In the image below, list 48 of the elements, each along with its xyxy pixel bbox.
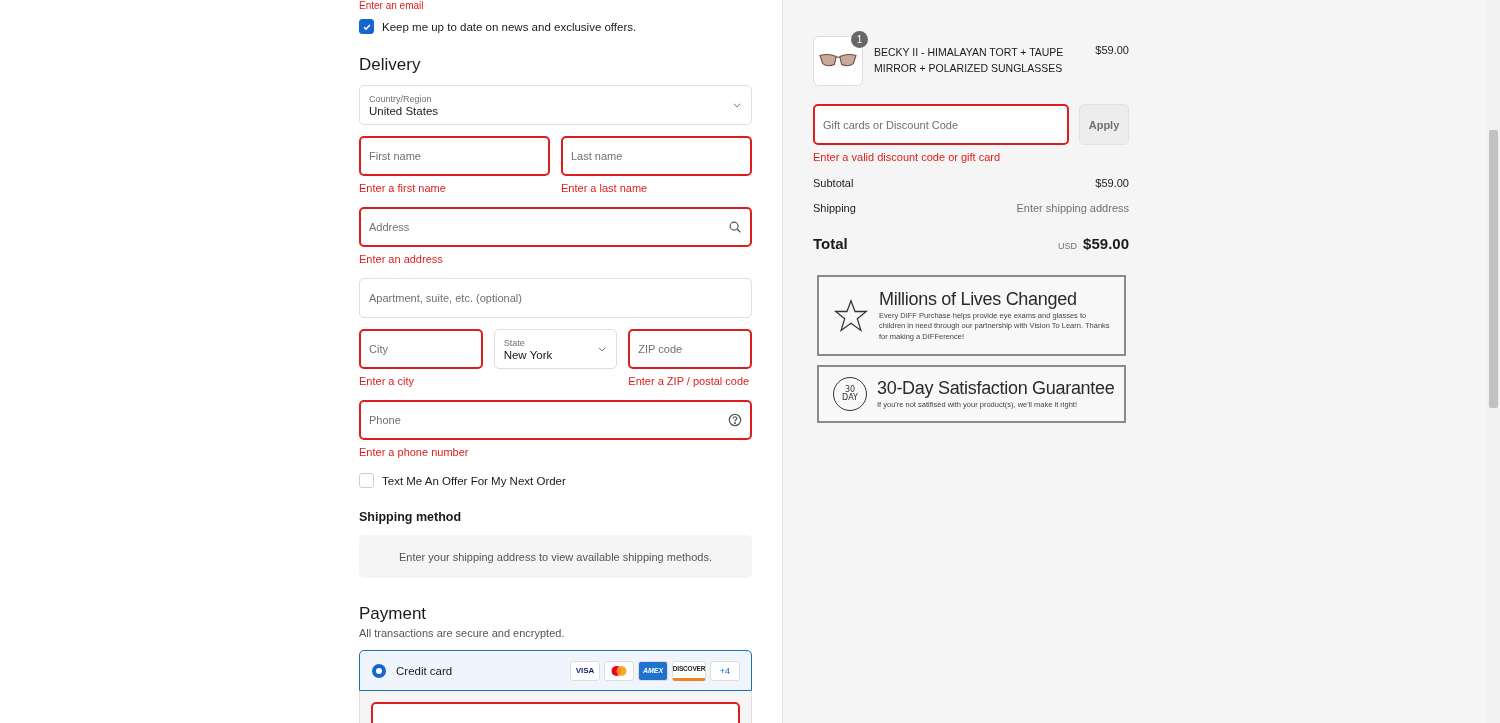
chevron-down-icon — [732, 100, 742, 110]
error-message: Enter a first name — [359, 181, 447, 196]
total-label: Total — [813, 235, 848, 252]
section-heading: Delivery — [359, 55, 422, 75]
section-heading: Payment — [359, 604, 428, 624]
summary-label: Shipping — [813, 202, 856, 215]
apply-button[interactable]: Apply — [1079, 104, 1129, 145]
chevron-down-icon — [597, 344, 608, 354]
currency-code: USD — [1058, 241, 1078, 251]
mastercard-logo-icon — [604, 660, 634, 681]
checkbox[interactable] — [359, 19, 374, 34]
error-message: Enter a last name — [561, 181, 649, 196]
total-amount: $59.00 — [1083, 235, 1129, 252]
error-message: Enter a ZIP / postal code — [628, 374, 751, 389]
input-field[interactable]: Phone — [359, 400, 752, 440]
section-subtitle: All transactions are secure and encrypted. — [359, 627, 566, 639]
summary-value: $59.00 — [1095, 177, 1129, 190]
input-field[interactable]: Last name — [561, 136, 752, 176]
select-field[interactable]: Country/Region United States — [359, 85, 752, 125]
select-field[interactable]: State New York — [493, 329, 618, 369]
radio-button[interactable] — [372, 663, 386, 678]
input-field[interactable]: Address — [359, 207, 752, 247]
error-message: Enter an email — [359, 0, 425, 12]
checkbox-label: Keep me up to date on news and exclusive offers. — [382, 20, 637, 33]
input-field[interactable]: Gift cards or Discount Code — [813, 104, 1069, 145]
input-field[interactable]: First name — [359, 136, 550, 176]
error-message: Enter a phone number — [359, 445, 470, 460]
card-logo: VISA — [570, 660, 600, 681]
summary-value: Enter shipping address — [1016, 202, 1129, 215]
banner-title: 30-Day Satisfaction Guarantee — [877, 377, 1115, 400]
product-price: $59.00 — [1095, 44, 1129, 56]
card-logo: +4 — [710, 660, 740, 681]
product-name: BECKY II - HIMALAYAN TORT + TAUPE MIRROR + POLARIZED SUNGLASSES — [874, 45, 1065, 76]
search-icon — [728, 220, 742, 234]
summary-label: Subtotal — [813, 177, 854, 190]
input-field[interactable]: City — [359, 329, 483, 369]
scrollbar[interactable] — [1487, 0, 1500, 723]
error-message: Enter a valid discount code or gift card — [813, 151, 1002, 165]
info-message: Enter your shipping address to view available shipping methods. — [398, 550, 713, 563]
section-heading: Shipping method — [359, 510, 463, 524]
banner-title: Millions of Lives Changed — [879, 288, 1078, 311]
error-message: Enter an address — [359, 252, 444, 267]
help-icon — [728, 413, 742, 427]
star-icon — [833, 297, 869, 334]
input-field[interactable]: ZIP code — [628, 329, 752, 369]
checkbox-label: Text Me An Offer For My Next Order — [382, 474, 566, 487]
quantity-badge: 1 — [851, 31, 868, 48]
error-message: Enter a city — [359, 374, 416, 389]
